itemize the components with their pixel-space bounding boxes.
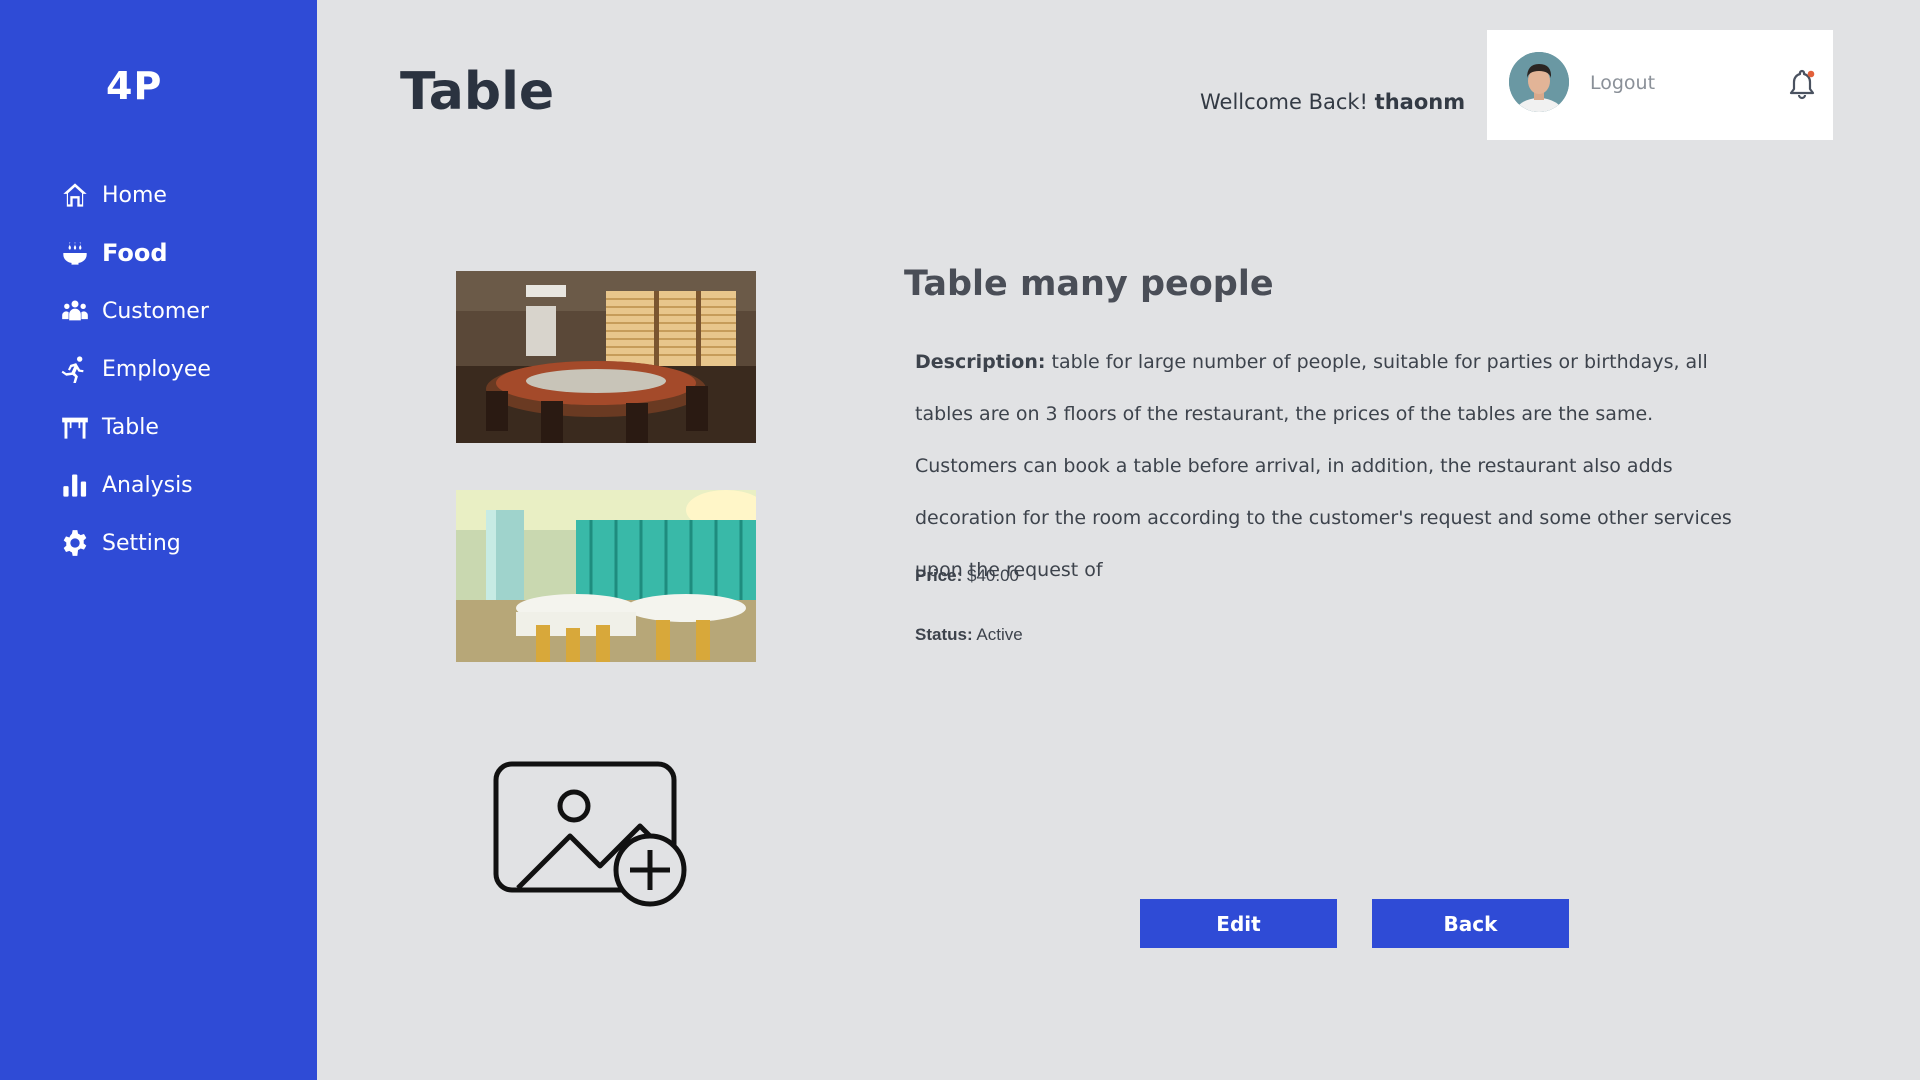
app-logo[interactable]: 4P [106,64,162,108]
page-title: Table [400,62,555,122]
users-icon [60,296,90,326]
sidebar-item-label: Customer [102,298,209,324]
status-label: Status: [915,625,973,644]
description: Description: table for large number of p… [915,336,1745,596]
status-row: Status: Active [915,625,1023,645]
avatar[interactable] [1509,52,1569,112]
sidebar-item-label: Setting [102,530,181,556]
welcome-message: Wellcome Back! thaonm [1200,90,1465,114]
description-text: table for large number of people, suitab… [915,351,1732,581]
sidebar-item-customer[interactable]: Customer [60,282,211,340]
username: thaonm [1374,90,1466,114]
food-bowl-icon [60,238,90,268]
running-person-icon [60,354,90,384]
status-value: Active [976,625,1023,644]
table-photo-1[interactable] [456,271,756,443]
edit-button[interactable]: Edit [1140,899,1337,948]
sidebar-item-food[interactable]: Food [60,224,211,282]
user-card: Logout [1487,30,1833,140]
detail-title: Table many people [904,264,1274,304]
description-label: Description: [915,351,1046,373]
sidebar-item-home[interactable]: Home [60,166,211,224]
sidebar-item-analysis[interactable]: Analysis [60,456,211,514]
sidebar-item-employee[interactable]: Employee [60,340,211,398]
table-icon [60,412,90,442]
price-row: Price: $40.00 [915,566,1019,586]
notification-bell-icon[interactable] [1787,68,1817,100]
sidebar-item-label: Home [102,182,167,208]
bar-chart-icon [60,470,90,500]
gear-icon [60,528,90,558]
sidebar-nav: Home Food Customer Employee Table Analys… [60,166,211,572]
sidebar-item-label: Table [102,414,159,440]
add-image-icon[interactable] [492,760,692,910]
sidebar-item-label: Analysis [102,472,193,498]
sidebar-item-setting[interactable]: Setting [60,514,211,572]
back-button[interactable]: Back [1372,899,1569,948]
home-icon [60,180,90,210]
table-photo-2[interactable] [456,490,756,662]
price-label: Price: [915,566,963,585]
notification-dot [1807,70,1815,78]
sidebar-item-table[interactable]: Table [60,398,211,456]
sidebar-item-label: Employee [102,356,211,382]
welcome-text: Wellcome Back! [1200,90,1368,114]
sidebar: 4P Home Food Customer Employee Table Ana… [0,0,317,1080]
price-value: $40.00 [966,566,1019,585]
sidebar-item-label: Food [102,239,168,267]
logout-link[interactable]: Logout [1590,72,1655,94]
